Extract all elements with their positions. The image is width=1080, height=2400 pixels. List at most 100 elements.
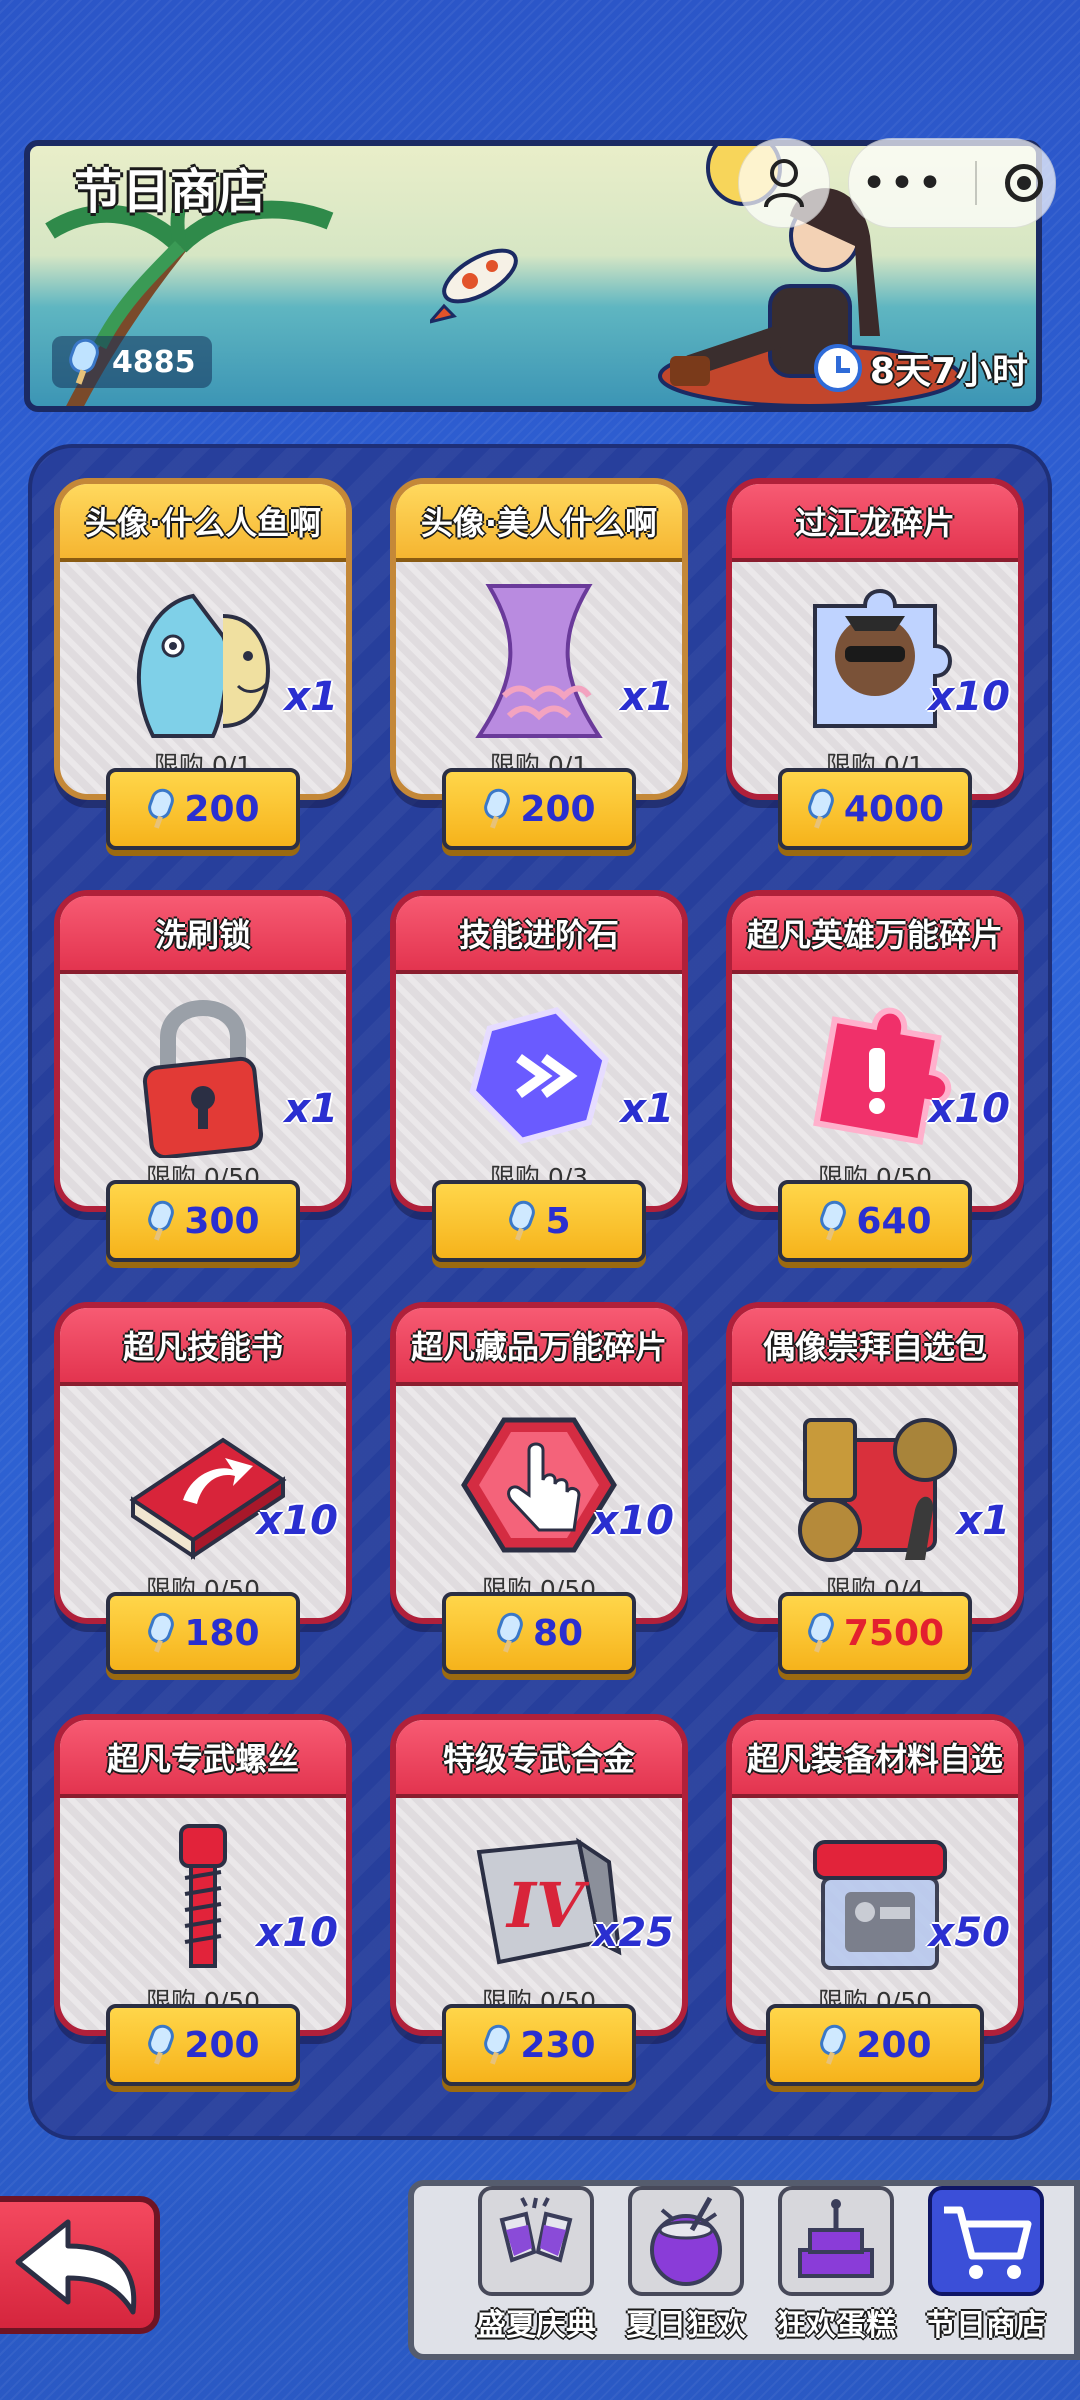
buy-button[interactable]: 4000 bbox=[778, 768, 972, 850]
currency-display: 4885 bbox=[52, 336, 212, 388]
item-name: 洗刷锁 bbox=[60, 896, 346, 974]
buy-button[interactable]: 200 bbox=[106, 768, 300, 850]
buy-button[interactable]: 200 bbox=[106, 2004, 300, 2086]
item-price: 200 bbox=[184, 788, 260, 830]
popsicle-icon bbox=[484, 2024, 511, 2065]
skill-stone-icon bbox=[469, 1006, 609, 1145]
tab-label: 盛夏庆典 bbox=[476, 2308, 596, 2343]
skill-book-icon bbox=[129, 1437, 287, 1560]
item-price: 200 bbox=[856, 2024, 932, 2066]
item-name: 过江龙碎片 bbox=[732, 484, 1018, 562]
shop-item-card[interactable]: 技能进阶石 x1 限购 0/3 5 bbox=[390, 890, 688, 1274]
popsicle-icon bbox=[69, 338, 99, 385]
clock-icon bbox=[813, 344, 862, 392]
item-name: 头像·什么人鱼啊 bbox=[60, 484, 346, 562]
item-name: 特级专武合金 bbox=[396, 1720, 682, 1798]
universal-puzzle-icon bbox=[813, 1007, 952, 1145]
tab-festival-shop[interactable]: 节日商店 bbox=[918, 2186, 1054, 2346]
item-price: 640 bbox=[856, 1200, 932, 1242]
shop-item-card[interactable]: 超凡装备材料自选 x50 限购 0/50 200 bbox=[726, 1714, 1024, 2098]
page-title: 节日商店 bbox=[74, 164, 267, 220]
timer-text: 8天7小时 bbox=[869, 351, 1028, 392]
coconut-drink-icon bbox=[628, 2186, 744, 2296]
item-name: 头像·美人什么啊 bbox=[396, 484, 682, 562]
material-box-icon bbox=[813, 1840, 947, 1970]
shop-item-card[interactable]: 头像·美人什么啊 x1 限购 0/1 200 bbox=[390, 478, 688, 862]
item-name: 超凡英雄万能碎片 bbox=[732, 896, 1018, 974]
item-price: 80 bbox=[532, 1612, 584, 1654]
buy-button[interactable]: 7500 bbox=[778, 1592, 972, 1674]
popsicle-icon bbox=[148, 1200, 175, 1241]
shop-item-card[interactable]: 超凡藏品万能碎片 x10 限购 0/50 80 bbox=[390, 1302, 688, 1686]
relic-pack-icon bbox=[798, 1418, 957, 1562]
tab-label: 节日商店 bbox=[926, 2308, 1046, 2343]
item-name: 偶像崇拜自选包 bbox=[732, 1308, 1018, 1386]
tab-label: 夏日狂欢 bbox=[626, 2308, 746, 2343]
popsicle-icon bbox=[509, 1200, 536, 1241]
popsicle-icon bbox=[148, 1612, 175, 1653]
padlock-icon bbox=[142, 1000, 264, 1158]
close-target-icon[interactable] bbox=[1004, 164, 1043, 202]
cheers-icon bbox=[478, 2186, 594, 2296]
item-price: 200 bbox=[184, 2024, 260, 2066]
item-quantity: x10 bbox=[256, 1910, 338, 1956]
popsicle-icon bbox=[808, 1612, 834, 1653]
item-quantity: x10 bbox=[928, 1086, 1010, 1132]
event-timer: 8天7小时 bbox=[813, 342, 1028, 394]
mini-program-profile-button[interactable] bbox=[738, 138, 830, 228]
more-icon[interactable]: ••• bbox=[861, 158, 945, 209]
mini-program-capsule: ••• bbox=[848, 138, 1056, 228]
popsicle-icon bbox=[808, 788, 834, 829]
item-quantity: x1 bbox=[284, 674, 338, 720]
popsicle-icon bbox=[148, 788, 175, 829]
hand-hexagon-icon bbox=[461, 1417, 617, 1553]
shop-item-card[interactable]: 头像·什么人鱼啊 x1 限购 0/1 200 bbox=[54, 478, 352, 862]
item-name: 超凡专武螺丝 bbox=[60, 1720, 346, 1798]
buy-button[interactable]: 200 bbox=[766, 2004, 984, 2086]
item-quantity: x50 bbox=[928, 1910, 1010, 1956]
item-quantity: x25 bbox=[592, 1910, 674, 1956]
hero-puzzle-icon bbox=[813, 589, 952, 728]
buy-button[interactable]: 180 bbox=[106, 1592, 300, 1674]
item-quantity: x1 bbox=[284, 1086, 338, 1132]
item-quantity: x1 bbox=[620, 1086, 674, 1132]
cart-icon bbox=[928, 2186, 1044, 2296]
koi-fish-decoration bbox=[430, 248, 518, 324]
screw-icon bbox=[179, 1824, 227, 1968]
tab-carnival-cake[interactable]: 狂欢蛋糕 bbox=[768, 2186, 904, 2346]
item-price: 200 bbox=[520, 788, 596, 830]
popsicle-icon bbox=[820, 2024, 847, 2065]
buy-button[interactable]: 230 bbox=[442, 2004, 636, 2086]
alloy-iv-icon: IV bbox=[476, 1837, 622, 1965]
buy-button[interactable]: 80 bbox=[442, 1592, 636, 1674]
buy-button[interactable]: 640 bbox=[778, 1180, 972, 1262]
shop-item-card[interactable]: 特级专武合金 IV x25 限购 0/50 230 bbox=[390, 1714, 688, 2098]
shop-item-card[interactable]: 超凡技能书 x10 限购 0/50 180 bbox=[54, 1302, 352, 1686]
item-price: 4000 bbox=[843, 788, 945, 830]
item-quantity: x10 bbox=[256, 1498, 338, 1544]
tab-summer-carnival[interactable]: 夏日狂欢 bbox=[618, 2186, 754, 2346]
shop-item-card[interactable]: 过江龙碎片 x10 限购 0/1 4000 bbox=[726, 478, 1024, 862]
item-price: 180 bbox=[184, 1612, 260, 1654]
back-button[interactable] bbox=[0, 2196, 160, 2334]
popsicle-icon bbox=[148, 2024, 175, 2065]
popsicle-icon bbox=[820, 1200, 847, 1241]
bottom-tab-bar: 盛夏庆典 夏日狂欢 狂欢蛋糕 节日商店 bbox=[408, 2180, 1080, 2360]
shop-item-card[interactable]: 超凡英雄万能碎片 x10 限购 0/50 640 bbox=[726, 890, 1024, 1274]
cake-icon bbox=[778, 2186, 894, 2296]
buy-button[interactable]: 5 bbox=[432, 1180, 646, 1262]
mermaid-tail-icon bbox=[475, 584, 603, 738]
item-name: 超凡藏品万能碎片 bbox=[396, 1308, 682, 1386]
item-quantity: x10 bbox=[928, 674, 1010, 720]
buy-button[interactable]: 200 bbox=[442, 768, 636, 850]
item-price: 230 bbox=[520, 2024, 596, 2066]
shop-item-card[interactable]: 洗刷锁 x1 限购 0/50 300 bbox=[54, 890, 352, 1274]
shop-item-card[interactable]: 偶像崇拜自选包 x1 限购 0/4 7500 bbox=[726, 1302, 1024, 1686]
item-quantity: x1 bbox=[620, 674, 674, 720]
user-icon bbox=[764, 159, 804, 208]
shop-item-card[interactable]: 超凡专武螺丝 x10 限购 0/50 200 bbox=[54, 1714, 352, 2098]
currency-amount: 4885 bbox=[112, 344, 196, 380]
item-name: 技能进阶石 bbox=[396, 896, 682, 974]
buy-button[interactable]: 300 bbox=[106, 1180, 300, 1262]
tab-summer-celebration[interactable]: 盛夏庆典 bbox=[468, 2186, 604, 2346]
